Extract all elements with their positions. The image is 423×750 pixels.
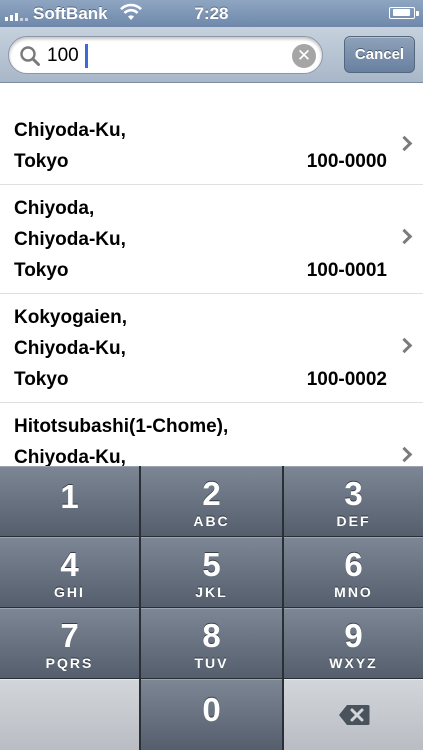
search-input[interactable]: [47, 43, 267, 69]
keypad-key-0[interactable]: 0: [141, 679, 282, 750]
key-letters: TUV: [194, 655, 229, 671]
keypad-key-4[interactable]: 4 GHI: [0, 537, 139, 607]
key-letters: MNO: [334, 584, 373, 600]
result-row[interactable]: Chiyoda-Ku, Tokyo 100-0000: [0, 107, 423, 185]
keypad-blank-key: [0, 679, 139, 750]
backspace-icon: [338, 705, 369, 725]
address-line: Chiyoda-Ku,: [14, 120, 126, 141]
keypad-key-2[interactable]: 2 ABC: [141, 466, 282, 536]
battery-charging-icon: [389, 7, 419, 19]
key-letters: GHI: [54, 584, 85, 600]
chevron-right-icon: [396, 135, 413, 151]
address-line: Tokyo: [14, 369, 69, 390]
chevron-right-icon: [396, 446, 413, 463]
address-line: Kokyogaien,: [14, 307, 127, 328]
text-cursor: [85, 44, 88, 68]
chevron-right-icon: [396, 228, 413, 245]
keypad-key-8[interactable]: 8 TUV: [141, 608, 282, 678]
key-digit: 6: [344, 546, 363, 583]
key-digit: 1: [60, 478, 79, 515]
result-row[interactable]: Hitotsubashi(1-Chome),Chiyoda-Ku,Tokyo10…: [0, 403, 423, 466]
chevron-right-icon: [396, 337, 413, 354]
key-digit: 0: [202, 691, 221, 728]
address-line: Chiyoda-Ku,: [14, 447, 126, 466]
keypad-key-5[interactable]: 5 JKL: [141, 537, 282, 607]
keypad-key-9[interactable]: 9 WXYZ: [284, 608, 423, 678]
search-bar: ✕ Cancel: [0, 27, 423, 83]
key-letters: WXYZ: [329, 655, 378, 671]
status-bar: SoftBank 7:28: [0, 0, 423, 27]
search-field[interactable]: ✕: [8, 36, 323, 74]
key-letters: PQRS: [45, 655, 94, 671]
cancel-button[interactable]: Cancel: [344, 36, 415, 73]
key-letters: JKL: [195, 584, 228, 600]
address-lines: Kokyogaien, Chiyoda-Ku, Tokyo: [14, 302, 284, 395]
keypad-key-1[interactable]: 1: [0, 466, 139, 536]
key-digit: 8: [202, 617, 221, 654]
clear-search-button[interactable]: ✕: [292, 44, 316, 68]
address-line: Tokyo: [14, 260, 69, 281]
key-digit: 7: [60, 617, 79, 654]
numeric-keypad: 1 2 ABC 3 DEF 4 GHI 5 JKL 6 MNO 7 PQRS 8 TUV 9 WXYZ 0: [0, 466, 423, 750]
postal-code: 100-0001: [306, 260, 387, 281]
address-lines: Hitotsubashi(1-Chome),Chiyoda-Ku,Tokyo: [14, 411, 284, 466]
result-row[interactable]: Chiyoda, Chiyoda-Ku, Tokyo 100-0001: [0, 185, 423, 294]
result-row[interactable]: Kokyogaien, Chiyoda-Ku, Tokyo 100-0002: [0, 294, 423, 403]
address-line: Tokyo: [14, 151, 69, 172]
address-lines: Chiyoda-Ku, Tokyo: [14, 115, 284, 177]
address-lines: Chiyoda, Chiyoda-Ku, Tokyo: [14, 193, 284, 286]
key-digit: 3: [344, 475, 363, 512]
postal-code: 100-0000: [306, 151, 387, 172]
results-list[interactable]: Chiyoda-Ku, Tokyo 100-0000 Chiyoda, Chiyoda-…: [0, 83, 423, 466]
postal-code: 100-0002: [306, 369, 387, 390]
search-icon: [20, 46, 40, 66]
keypad-key-6[interactable]: 6 MNO: [284, 537, 423, 607]
address-line: Chiyoda,: [14, 198, 95, 219]
address-line: Hitotsubashi(1-Chome),: [14, 416, 229, 437]
address-line: Chiyoda-Ku,: [14, 229, 126, 250]
key-digit: 4: [60, 546, 79, 583]
key-letters: ABC: [193, 513, 230, 529]
keypad-key-7[interactable]: 7 PQRS: [0, 608, 139, 678]
key-digit: 5: [202, 546, 221, 583]
address-line: Chiyoda-Ku,: [14, 338, 126, 359]
key-digit: 2: [202, 475, 221, 512]
clock: 7:28: [194, 4, 229, 23]
key-letters: DEF: [336, 513, 371, 529]
keypad-delete-key[interactable]: [284, 679, 423, 750]
key-digit: 9: [344, 617, 363, 654]
keypad-key-3[interactable]: 3 DEF: [284, 466, 423, 536]
